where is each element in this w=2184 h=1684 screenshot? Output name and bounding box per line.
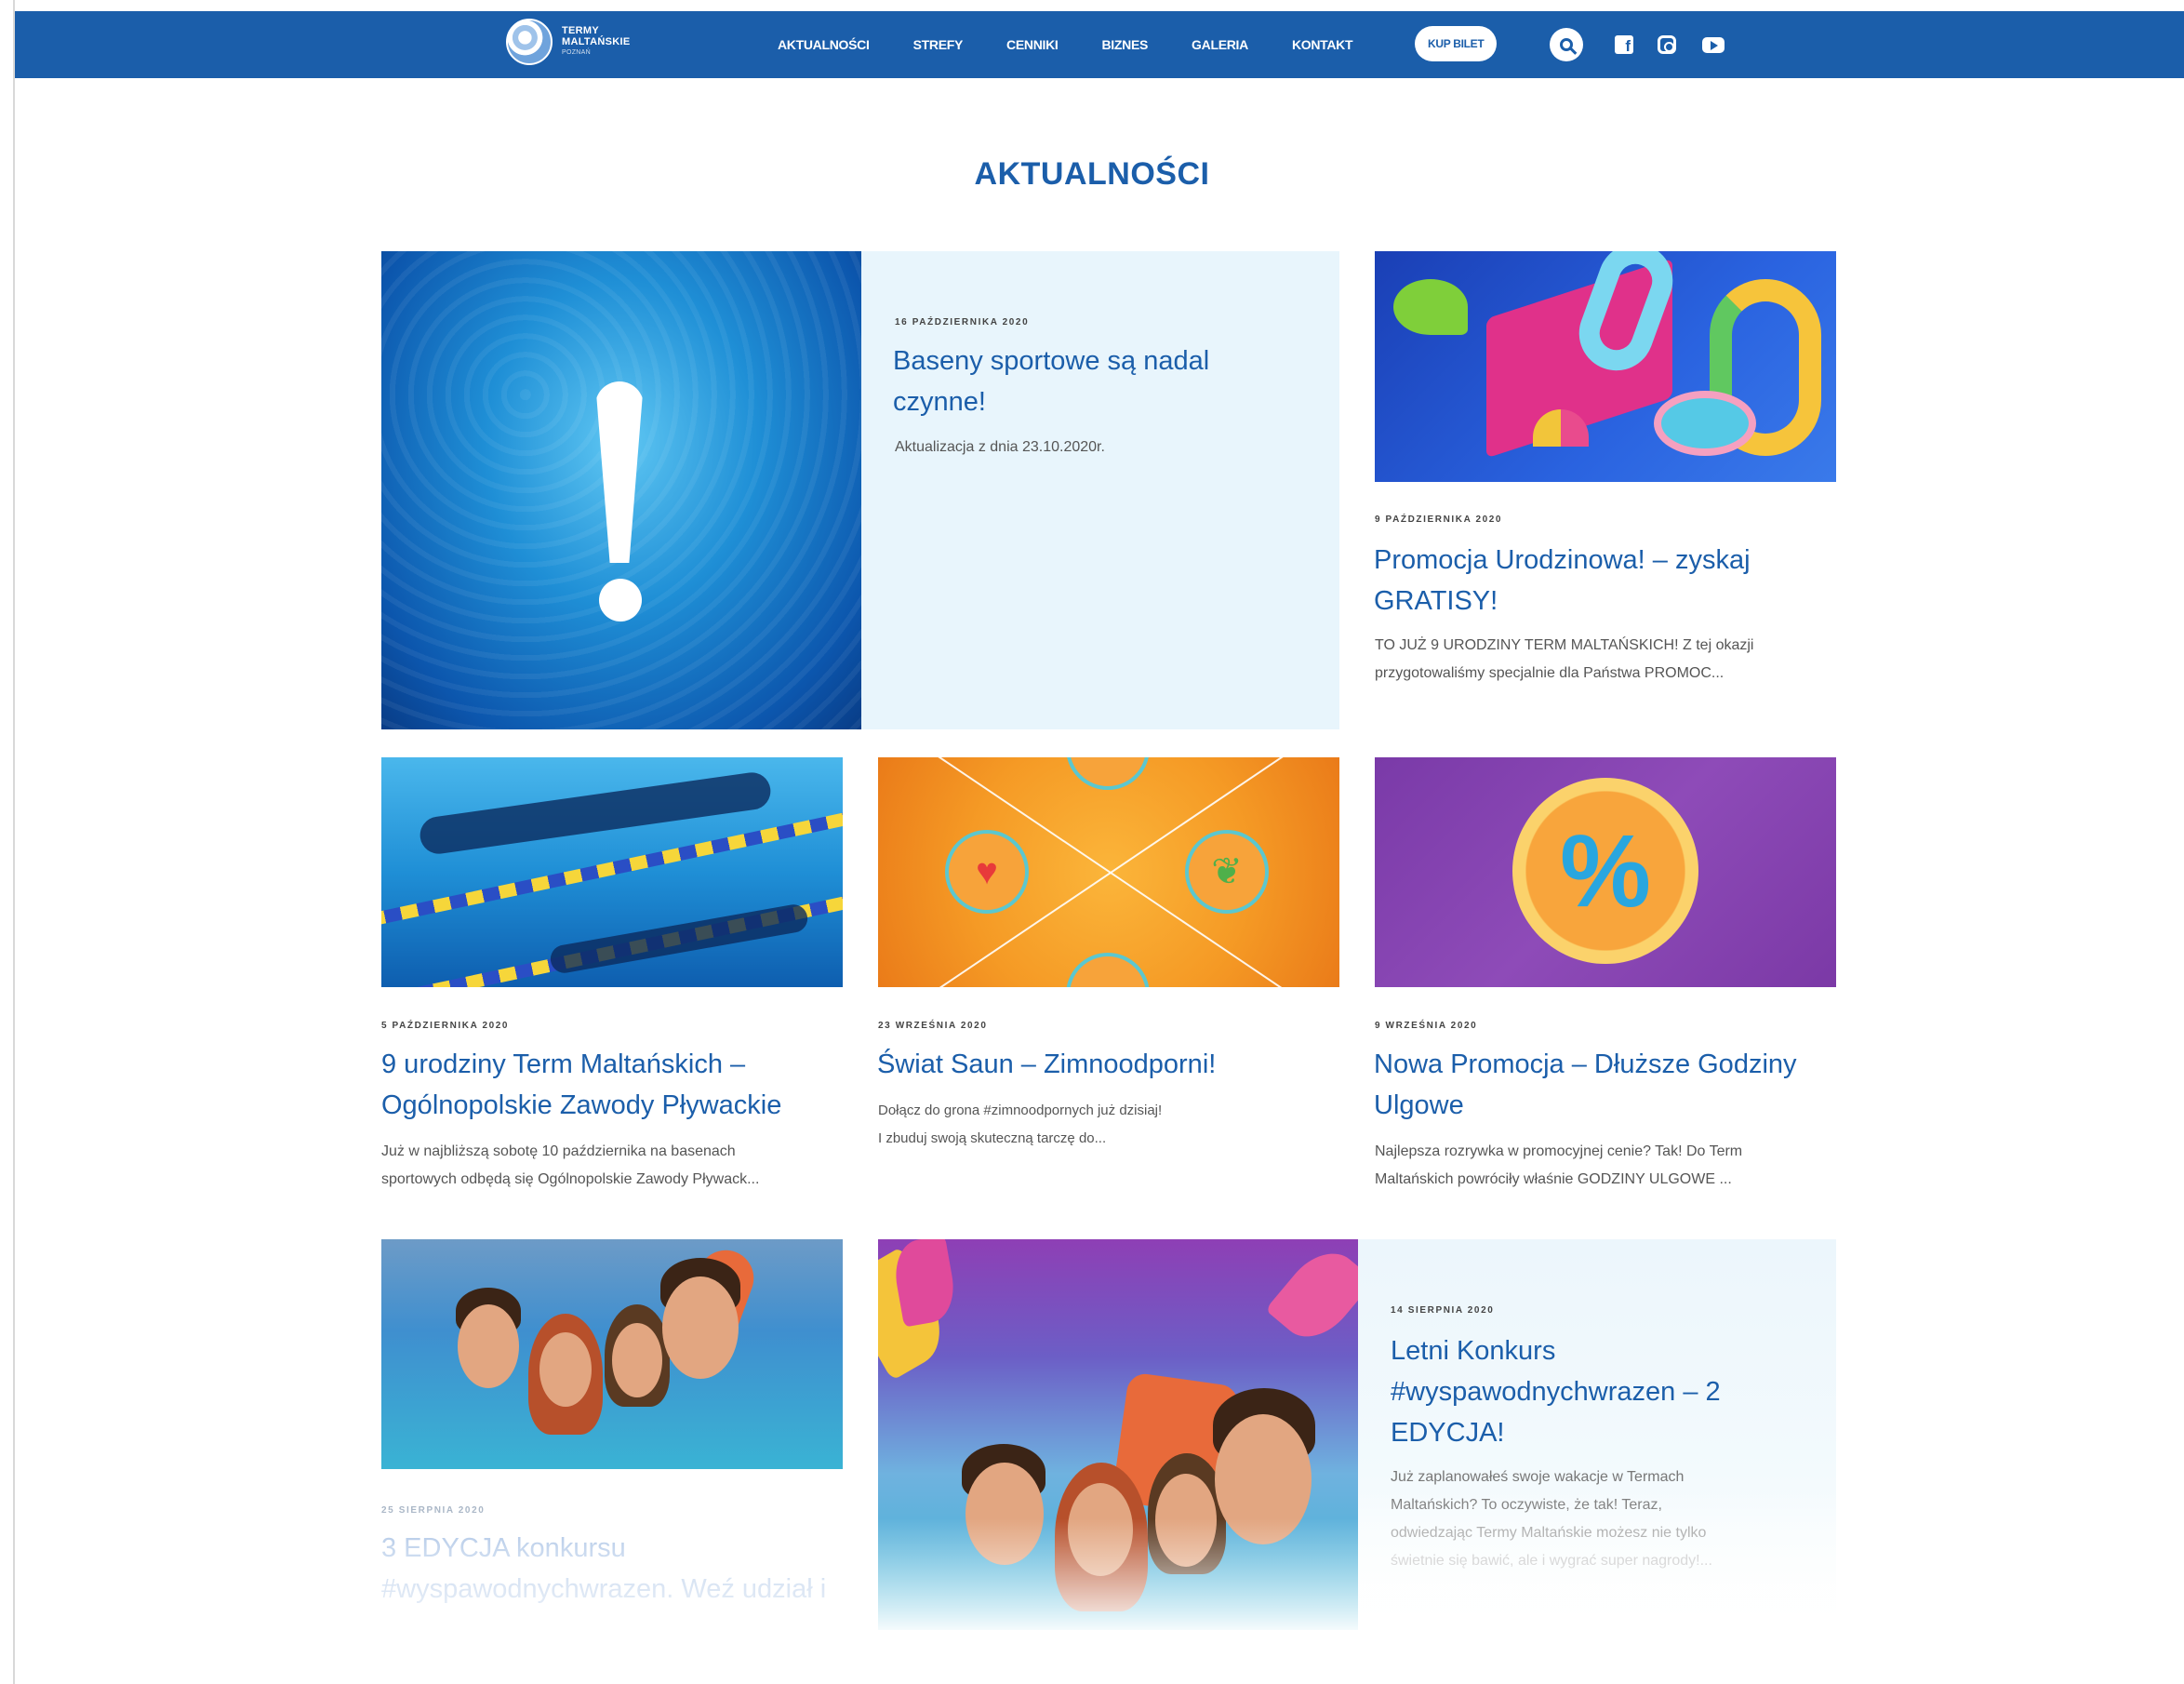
post-excerpt: Już zaplanowałeś swoje wakacje w Termach… <box>1391 1469 1712 1569</box>
post-date: 5 PAŹDZIERNIKA 2020 <box>381 1021 510 1031</box>
post-title[interactable]: Świat Saun – Zimnoodporni! <box>877 1044 1216 1085</box>
logo-line-3: POZNAŃ <box>562 49 591 56</box>
post-image-percent[interactable]: % <box>1375 757 1836 987</box>
post-title[interactable]: 9 urodziny Term Maltańskich – Ogólnopols… <box>381 1044 781 1126</box>
post-title[interactable]: Letni Konkurs #wyspawodnychwrazen – 2 ED… <box>1391 1330 1721 1453</box>
post-date: 23 WRZEŚNIA 2020 <box>878 1021 988 1031</box>
post-image-friends-selfie[interactable] <box>381 1239 843 1469</box>
post-image-birthday[interactable] <box>1375 251 1836 482</box>
buy-ticket-button[interactable]: KUP BILET <box>1415 26 1498 61</box>
nav-cenniki[interactable]: CENNIKI <box>1006 37 1059 52</box>
post-date: 9 PAŹDZIERNIKA 2020 <box>1375 515 1503 525</box>
post-image-exclamation[interactable] <box>381 251 861 729</box>
search-icon[interactable] <box>1550 28 1583 61</box>
post-title[interactable]: Nowa Promocja – Dłuższe Godziny Ulgowe <box>1374 1044 1797 1126</box>
post-date: 9 WRZEŚNIA 2020 <box>1375 1021 1478 1031</box>
instagram-icon[interactable] <box>1650 28 1684 61</box>
post-date: 25 SIERPNIA 2020 <box>381 1505 486 1516</box>
heart-icon: ♥ <box>945 830 1029 914</box>
post-title[interactable]: Baseny sportowe są nadal czynne! <box>893 341 1209 422</box>
post-excerpt: Dołącz do grona #zimnoodpornych już dzis… <box>878 1103 1163 1146</box>
youtube-icon[interactable] <box>1697 28 1730 61</box>
site-header: TERMY MALTAŃSKIE POZNAŃ AKTUALNOŚCI STRE… <box>15 11 2184 78</box>
post-excerpt: Już w najbliższą sobotę 10 października … <box>381 1143 760 1187</box>
post-title[interactable]: 3 EDYCJA konkursu #wyspawodnychwrazen. W… <box>381 1528 826 1610</box>
post-image-sauna[interactable]: ♥ ❦ <box>878 757 1339 987</box>
post-date: 16 PAŹDZIERNIKA 2020 <box>895 317 1030 327</box>
nav-aktualnosci[interactable]: AKTUALNOŚCI <box>778 37 870 52</box>
percent-badge-icon: % <box>1512 778 1698 964</box>
droplet-icon <box>1066 757 1150 790</box>
page-frame-border <box>13 0 15 1684</box>
leaf-icon: ❦ <box>1185 830 1269 914</box>
post-excerpt: Aktualizacja z dnia 23.10.2020r. <box>895 439 1105 455</box>
post-image-swimmers[interactable] <box>381 757 843 987</box>
post-excerpt: TO JUŻ 9 URODZINY TERM MALTAŃSKICH! Z te… <box>1375 637 1754 681</box>
post-date: 14 SIERPNIA 2020 <box>1391 1305 1495 1316</box>
main-nav: AKTUALNOŚCI STREFY CENNIKI BIZNES GALERI… <box>778 11 1396 78</box>
post-excerpt: Najlepsza rozrywka w promocyjnej cenie? … <box>1375 1143 1743 1187</box>
logo-line-1: TERMY <box>562 25 599 36</box>
nav-biznes[interactable]: BIZNES <box>1102 37 1149 52</box>
facebook-icon[interactable]: f <box>1607 28 1641 61</box>
nav-strefy[interactable]: STREFY <box>913 37 964 52</box>
nav-galeria[interactable]: GALERIA <box>1192 37 1248 52</box>
shield-icon <box>1066 953 1150 987</box>
site-logo[interactable]: TERMY MALTAŃSKIE POZNAŃ <box>506 19 630 65</box>
nav-kontakt[interactable]: KONTAKT <box>1292 37 1353 52</box>
logo-emblem-icon <box>506 19 553 65</box>
post-image-contest[interactable] <box>878 1239 1358 1630</box>
logo-line-2: MALTAŃSKIE <box>562 36 631 47</box>
page-title: AKTUALNOŚCI <box>974 156 1210 192</box>
post-title[interactable]: Promocja Urodzinowa! – zyskaj GRATISY! <box>1374 540 1751 621</box>
